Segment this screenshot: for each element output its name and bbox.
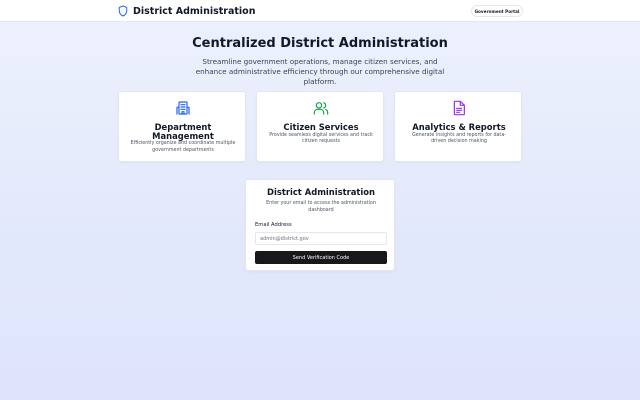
login-title: District Administration bbox=[267, 187, 375, 197]
feature-description: Provide seamless digital services and tr… bbox=[269, 132, 373, 145]
document-icon bbox=[453, 100, 465, 116]
feature-title: Department Management bbox=[152, 122, 214, 141]
feature-card-department-management: Department Management Efficiently organi… bbox=[118, 91, 246, 162]
hero-title: Centralized District Administration bbox=[192, 36, 448, 51]
government-portal-badge: Government Portal bbox=[471, 5, 523, 17]
login-subtitle: Enter your email to access the administr… bbox=[266, 201, 376, 213]
login-card: District Administration Enter your email… bbox=[245, 179, 395, 271]
feature-description: Efficiently organize and coordinate mult… bbox=[130, 141, 236, 153]
brand[interactable]: District Administration bbox=[118, 4, 255, 18]
feature-card-analytics-reports: Analytics & Reports Generate insights an… bbox=[394, 91, 522, 162]
feature-description: Generate insights and reports for data-d… bbox=[411, 132, 506, 145]
app-title: District Administration bbox=[133, 5, 256, 17]
users-icon bbox=[313, 102, 329, 115]
feature-card-citizen-services: Citizen Services Provide seamless digita… bbox=[256, 91, 384, 162]
top-navigation-bar: District Administration Government Porta… bbox=[0, 0, 640, 22]
hero-subtitle: Streamline government operations, manage… bbox=[195, 57, 445, 86]
feature-title: Analytics & Reports bbox=[412, 122, 506, 132]
email-field[interactable] bbox=[255, 232, 387, 245]
shield-icon bbox=[118, 5, 128, 17]
email-label: Email Address bbox=[255, 222, 292, 228]
send-verification-code-button[interactable]: Send Verification Code bbox=[255, 251, 387, 264]
feature-title: Citizen Services bbox=[283, 122, 359, 132]
building-icon bbox=[176, 101, 190, 115]
